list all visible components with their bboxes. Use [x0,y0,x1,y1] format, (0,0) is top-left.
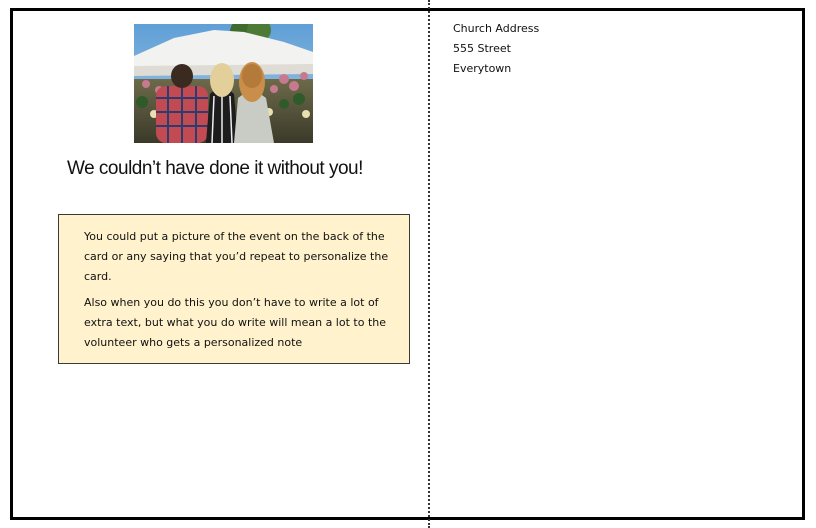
card-headline: We couldn’t have done it without you! [67,158,363,179]
note-paragraph-1: You could put a picture of the event on … [84,230,389,283]
mailing-address: Church Address 555 Street Everytown [453,19,539,79]
fold-line [428,0,430,528]
note-paragraph-2: Also when you do this you don’t have to … [84,296,386,349]
address-line-1: Church Address [453,22,540,35]
event-photo-image [134,24,313,143]
address-line-3: Everytown [453,62,512,75]
note-box: You could put a picture of the event on … [58,214,410,364]
event-photo [134,24,313,143]
address-line-2: 555 Street [453,42,511,55]
